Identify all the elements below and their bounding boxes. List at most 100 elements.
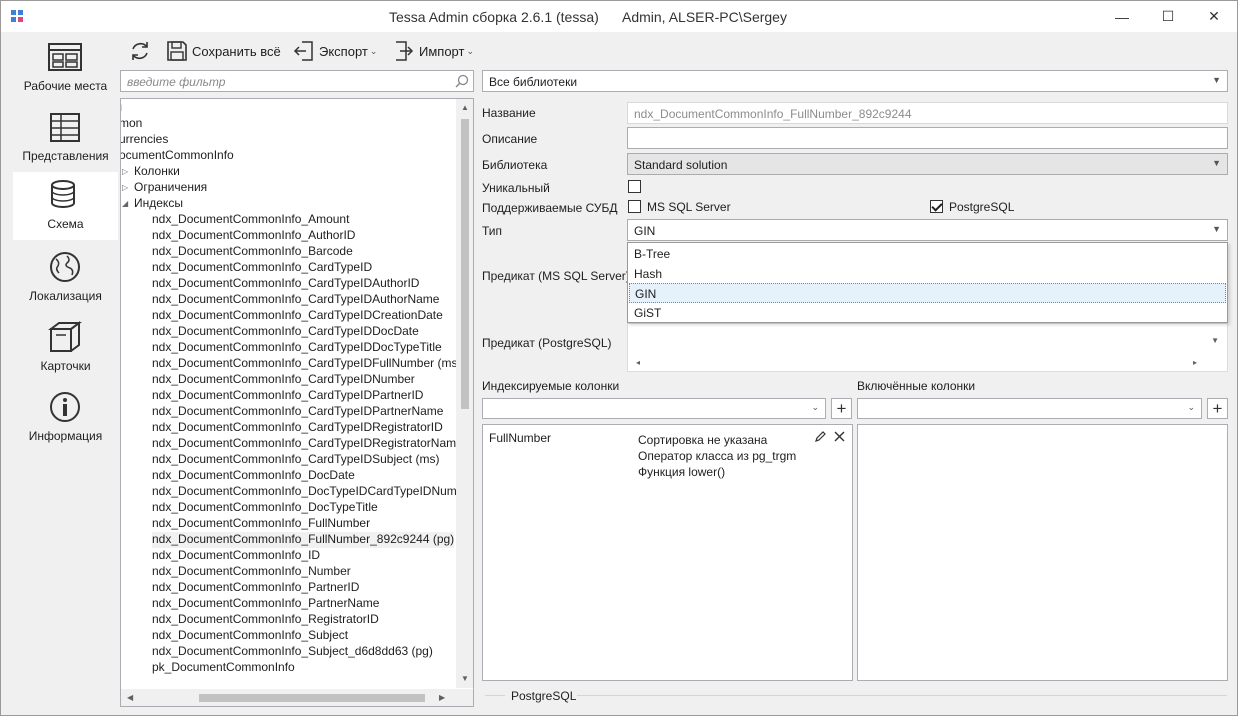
postgresql-checkbox[interactable] [930, 200, 943, 213]
included-columns-select[interactable]: ⌄ [857, 398, 1202, 419]
import-label: Импорт [419, 43, 465, 59]
tree-row-label: ndx_DocumentCommonInfo_CardTypeIDSubject… [152, 452, 440, 466]
tree-row-label: ndx_DocumentCommonInfo_CardTypeIDPartner… [152, 404, 444, 418]
sidebar-item-workplaces[interactable]: Рабочие места [13, 34, 118, 102]
export-button[interactable]: Экспорт ⌄ [293, 39, 377, 63]
type-option-btree[interactable]: B-Tree [629, 244, 1226, 264]
chevron-down-icon: ⌄ [1187, 402, 1195, 412]
tree-row[interactable]: ndx_DocumentCommonInfo_CardTypeIDSubject… [152, 452, 439, 468]
sidebar-item-info[interactable]: Информация [13, 384, 118, 452]
add-indexed-column-button[interactable]: + [831, 398, 852, 419]
description-field[interactable] [627, 127, 1228, 149]
indexed-columns-list[interactable]: FullNumber Сортировка не указана Операто… [482, 424, 853, 681]
filter-input[interactable]: введите фильтр [120, 70, 474, 92]
minimize-button[interactable]: — [1099, 1, 1145, 32]
tree-row[interactable]: ndx_DocumentCommonInfo_Amount [152, 212, 349, 228]
tree-row[interactable]: ndx_DocumentCommonInfo_Subject [152, 628, 348, 644]
tree-row[interactable]: ı [121, 100, 122, 116]
save-icon [167, 41, 187, 61]
tree-row[interactable]: ndx_DocumentCommonInfo_Number [152, 564, 351, 580]
library-filter-select[interactable]: Все библиотеки ▼ [482, 70, 1228, 92]
sidebar-item-schema[interactable]: Схема [13, 172, 118, 240]
maximize-button[interactable]: ☐ [1145, 1, 1191, 32]
tree-row[interactable]: ndx_DocumentCommonInfo_DocTypeTitle [152, 500, 378, 516]
tree-row[interactable]: ndx_DocumentCommonInfo_FullNumber_892c92… [152, 532, 455, 548]
tree-vertical-thumb[interactable] [461, 119, 469, 409]
dbms-label: Поддерживаемые СУБД [482, 201, 618, 215]
tree-expand-icon[interactable]: ▷ [122, 167, 128, 176]
sidebar-item-views[interactable]: Представления [13, 104, 118, 172]
scroll-up-icon[interactable]: ▲ [461, 103, 469, 112]
close-window-button[interactable]: ✕ [1191, 1, 1237, 32]
close-icon[interactable] [834, 431, 845, 442]
info-icon [50, 392, 80, 422]
name-field[interactable]: ndx_DocumentCommonInfo_FullNumber_892c92… [627, 102, 1228, 124]
tree-row-label: ndx_DocumentCommonInfo_CardTypeIDDocDate [152, 324, 419, 338]
type-option-gist[interactable]: GiST [629, 303, 1226, 323]
scroll-down-icon[interactable]: ▼ [461, 674, 469, 683]
tree-row[interactable]: ndx_DocumentCommonInfo_CardTypeIDDocDate [152, 324, 419, 340]
tree-row[interactable]: ndx_DocumentCommonInfo_CardTypeIDPartner… [152, 404, 443, 420]
postgresql-label: PostgreSQL [949, 200, 1015, 214]
type-option-hash[interactable]: Hash [629, 264, 1226, 284]
tree-row[interactable]: pk_DocumentCommonInfo [152, 660, 295, 676]
tree-row[interactable]: ndx_DocumentCommonInfo_PartnerID [152, 580, 359, 596]
tree-row[interactable]: ndx_DocumentCommonInfo_Subject_d6d8dd63 … [152, 644, 433, 660]
type-option-gin[interactable]: GIN [629, 283, 1226, 303]
scroll-left-icon[interactable]: ◂ [636, 358, 640, 367]
tree-row[interactable]: ndx_DocumentCommonInfo_CardTypeIDRegistr… [152, 420, 443, 436]
tree-row[interactable]: ndx_DocumentCommonInfo_Barcode [152, 244, 353, 260]
import-icon [396, 41, 414, 61]
export-icon [293, 41, 313, 61]
indexed-columns-select[interactable]: ⌄ [482, 398, 826, 419]
tree-row[interactable]: ndx_DocumentCommonInfo_CardTypeIDAuthorN… [152, 292, 439, 308]
unique-checkbox[interactable] [628, 180, 641, 193]
scroll-left-icon[interactable]: ◀ [127, 693, 133, 702]
tree-row[interactable]: ▷ Ограничения [122, 180, 207, 196]
sidebar-item-cards[interactable]: Карточки [13, 314, 118, 382]
tree-row[interactable]: ndx_DocumentCommonInfo_CardTypeID [152, 260, 372, 276]
save-all-button[interactable]: Сохранить всё [166, 39, 281, 63]
tree-row[interactable]: ◢ Индексы [122, 196, 183, 212]
edit-icon[interactable] [814, 430, 827, 443]
type-dropdown-list[interactable]: B-Tree Hash GIN GiST [627, 242, 1228, 323]
tree-row[interactable]: ndx_DocumentCommonInfo_RegistratorID [152, 612, 379, 628]
tree-row[interactable]: ocumentCommonInfo [121, 148, 234, 164]
tree-row[interactable]: ndx_DocumentCommonInfo_ID [152, 548, 320, 564]
toolbar: Сохранить всё Экспорт ⌄ Импорт ⌄ [121, 35, 521, 67]
sidebar-item-label: Схема [47, 217, 84, 231]
refresh-button[interactable] [128, 39, 156, 63]
tree-vertical-scrollbar[interactable]: ▲ ▼ [456, 99, 473, 688]
add-included-column-button[interactable]: + [1207, 398, 1228, 419]
tree-collapse-icon[interactable]: ◢ [122, 199, 128, 208]
tree-row-label: ndx_DocumentCommonInfo_Amount [152, 212, 350, 226]
library-select[interactable]: Standard solution ▼ [627, 153, 1228, 175]
mssql-checkbox[interactable] [628, 200, 641, 213]
sidebar-item-localization[interactable]: Локализация [13, 244, 118, 312]
tree-row[interactable]: ndx_DocumentCommonInfo_CardTypeIDCreatio… [152, 308, 443, 324]
tree-row[interactable]: ndx_DocumentCommonInfo_DocDate [152, 468, 355, 484]
tree-row[interactable]: ndx_DocumentCommonInfo_FullNumber [152, 516, 370, 532]
tree-row[interactable]: ndx_DocumentCommonInfo_CardTypeIDAuthorI… [152, 276, 419, 292]
tree-row[interactable]: ndx_DocumentCommonInfo_CardTypeIDNumber [152, 372, 415, 388]
tree-row[interactable]: ndx_DocumentCommonInfo_PartnerName [152, 596, 379, 612]
schema-tree[interactable]: ı mon urrencies ocumentCommonInfo ▷ Колонки ▷ О… [120, 98, 474, 707]
tree-row[interactable]: ▷ Колонки [122, 164, 180, 180]
import-button[interactable]: Импорт ⌄ [393, 39, 474, 63]
scroll-right-icon[interactable]: ▸ [1193, 358, 1197, 367]
tree-row[interactable]: ndx_DocumentCommonInfo_CardTypeIDPartner… [152, 388, 423, 404]
tree-row[interactable]: urrencies [121, 132, 168, 148]
tree-horizontal-thumb[interactable] [199, 694, 425, 702]
included-columns-list[interactable] [857, 424, 1228, 681]
predicate-pg-field[interactable]: ▼ ◂ ▸ [627, 323, 1228, 372]
type-select[interactable]: GIN ▼ [627, 219, 1228, 241]
tree-row[interactable]: ndx_DocumentCommonInfo_CardTypeIDRegistr… [152, 436, 463, 452]
scroll-right-icon[interactable]: ▶ [439, 693, 445, 702]
tree-row[interactable]: mon [121, 116, 142, 132]
tree-horizontal-scrollbar[interactable]: ◀ ▶ [121, 689, 473, 706]
tree-expand-icon[interactable]: ▷ [122, 183, 128, 192]
tree-row[interactable]: ndx_DocumentCommonInfo_DocTypeIDCardType… [152, 484, 473, 500]
tree-row[interactable]: ndx_DocumentCommonInfo_AuthorID [152, 228, 355, 244]
tree-row[interactable]: ndx_DocumentCommonInfo_CardTypeIDFullNum… [152, 356, 461, 372]
tree-row[interactable]: ndx_DocumentCommonInfo_CardTypeIDDocType… [152, 340, 442, 356]
